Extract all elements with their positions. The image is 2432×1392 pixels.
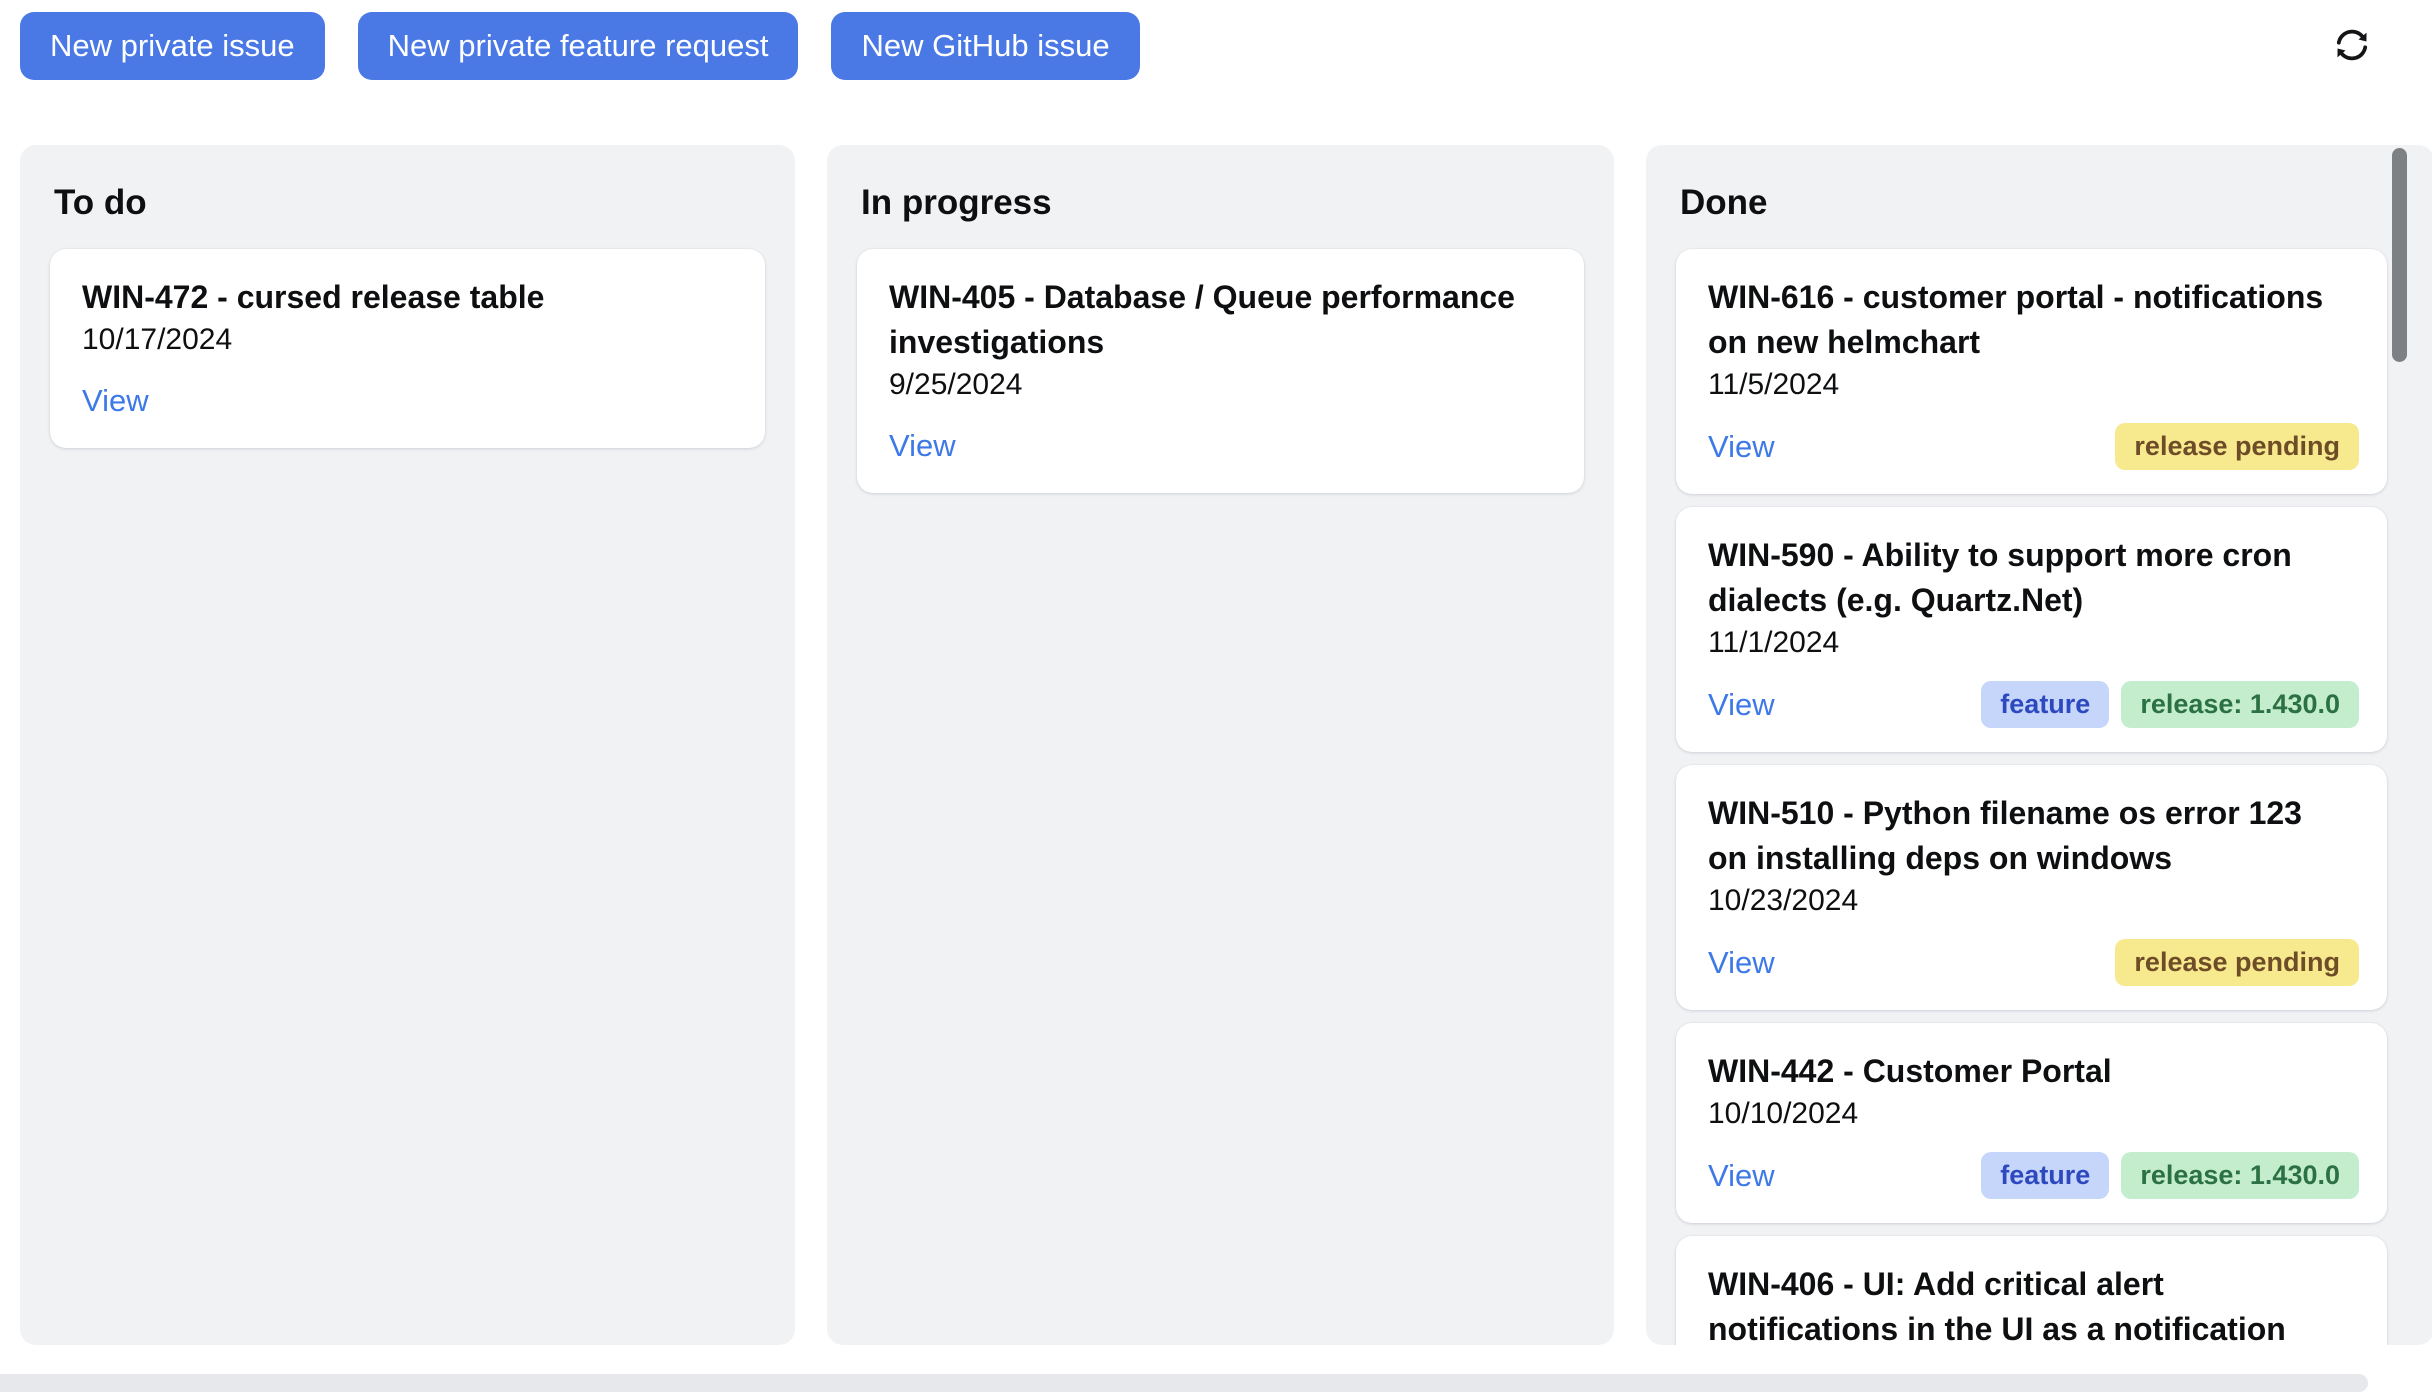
toolbar: New private issue New private feature re… [0,0,2432,80]
issue-card[interactable]: WIN-405 - Database / Queue performance i… [857,249,1584,493]
card-date: 11/5/2024 [1708,365,2359,405]
badge-group: release pending [2115,939,2359,986]
column-title: In progress [861,181,1584,225]
card-title: WIN-405 - Database / Queue performance i… [889,275,1519,365]
board: To do WIN-472 - cursed release table 10/… [20,145,2432,1345]
card-footer: View feature release: 1.430.0 [1708,1152,2359,1199]
column-to-do: To do WIN-472 - cursed release table 10/… [20,145,795,1345]
card-title: WIN-442 - Customer Portal [1708,1049,2338,1094]
vertical-scrollbar-thumb[interactable] [2392,148,2407,362]
card-footer: View [82,378,737,424]
refresh-button[interactable] [2328,22,2376,70]
card-list: WIN-616 - customer portal - notification… [1676,249,2387,1345]
view-link[interactable]: View [1708,682,1775,728]
card-date: 10/17/2024 [82,320,737,360]
card-footer: View release pending [1708,939,2359,986]
badge-group: feature release: 1.430.0 [1981,681,2359,728]
badge-green: release: 1.430.0 [2121,681,2359,728]
card-title: WIN-616 - customer portal - notification… [1708,275,2338,365]
refresh-icon [2330,55,2374,70]
new-private-feature-request-button[interactable]: New private feature request [358,12,799,80]
issue-card[interactable]: WIN-590 - Ability to support more cron d… [1676,507,2387,752]
issue-card[interactable]: WIN-616 - customer portal - notification… [1676,249,2387,494]
card-date: 10/23/2024 [1708,881,2359,921]
view-link[interactable]: View [1708,424,1775,470]
view-link[interactable]: View [1708,940,1775,986]
card-date: 10/10/2024 [1708,1094,2359,1134]
view-link[interactable]: View [82,378,149,424]
badge-yellow: release pending [2115,939,2359,986]
horizontal-scrollbar[interactable] [0,1374,2368,1392]
column-in-progress: In progress WIN-405 - Database / Queue p… [827,145,1614,1345]
column-done: Done WIN-616 - customer portal - notific… [1646,145,2432,1345]
new-private-issue-button[interactable]: New private issue [20,12,325,80]
card-title: WIN-472 - cursed release table [82,275,712,320]
card-list: WIN-405 - Database / Queue performance i… [857,249,1584,493]
card-date: 9/25/2024 [889,365,1556,405]
issue-card[interactable]: WIN-406 - UI: Add critical alert notific… [1676,1236,2387,1345]
badge-green: release: 1.430.0 [2121,1152,2359,1199]
card-title: WIN-590 - Ability to support more cron d… [1708,533,2338,623]
card-footer: View feature release: 1.430.0 [1708,681,2359,728]
card-title: WIN-510 - Python filename os error 123 o… [1708,791,2338,881]
badge-blue: feature [1981,681,2109,728]
issue-card[interactable]: WIN-442 - Customer Portal 10/10/2024 Vie… [1676,1023,2387,1223]
card-list: WIN-472 - cursed release table 10/17/202… [50,249,765,448]
view-link[interactable]: View [889,423,956,469]
issue-card[interactable]: WIN-510 - Python filename os error 123 o… [1676,765,2387,1010]
card-title: WIN-406 - UI: Add critical alert notific… [1708,1262,2338,1345]
column-title: To do [54,181,765,225]
card-footer: View [889,423,1556,469]
column-title: Done [1680,181,2387,225]
issue-card[interactable]: WIN-472 - cursed release table 10/17/202… [50,249,765,448]
badge-group: release pending [2115,423,2359,470]
card-footer: View release pending [1708,423,2359,470]
new-github-issue-button[interactable]: New GitHub issue [831,12,1139,80]
badge-blue: feature [1981,1152,2109,1199]
view-link[interactable]: View [1708,1153,1775,1199]
badge-group: feature release: 1.430.0 [1981,1152,2359,1199]
badge-yellow: release pending [2115,423,2359,470]
card-date: 11/1/2024 [1708,623,2359,663]
